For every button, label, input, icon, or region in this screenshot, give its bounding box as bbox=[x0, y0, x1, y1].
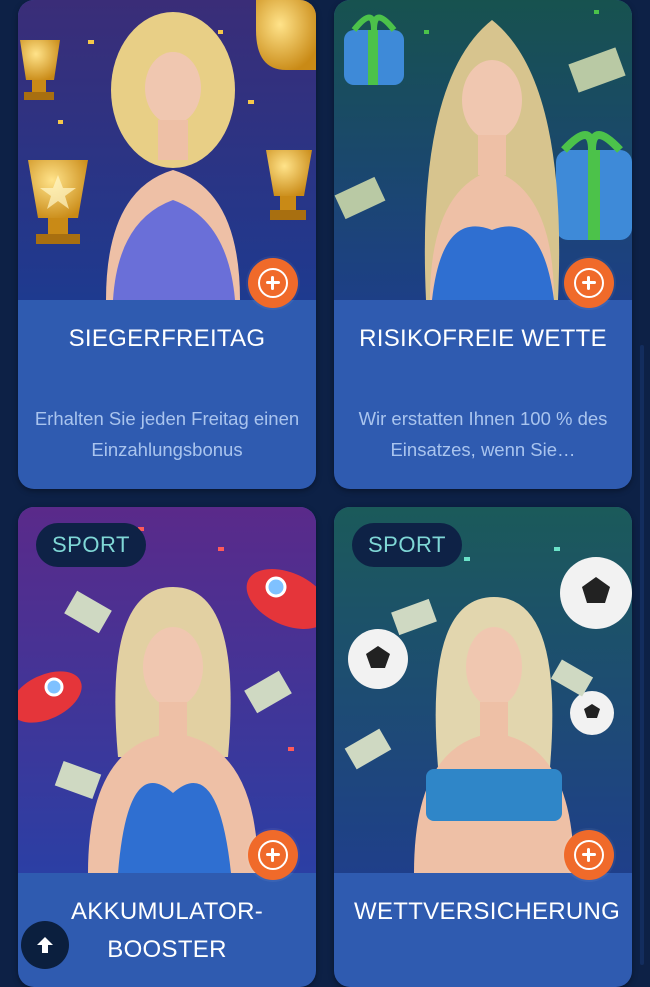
plus-circle-icon bbox=[574, 840, 604, 870]
promo-title: RISIKOFREIE WETTE bbox=[359, 325, 607, 352]
promo-card-risikofreie-wette[interactable]: RISIKOFREIE WETTE Wir erstatten Ihnen 10… bbox=[334, 0, 632, 489]
promo-description: Erhalten Sie jeden Freitag einen Einzahl… bbox=[34, 408, 300, 460]
back-to-top-button[interactable] bbox=[21, 921, 69, 969]
add-promo-button[interactable] bbox=[248, 830, 298, 880]
category-badge: SPORT bbox=[36, 523, 146, 567]
promo-image-trophy bbox=[18, 0, 316, 300]
plus-circle-icon bbox=[258, 268, 288, 298]
promo-title: SIEGERFREITAG bbox=[68, 325, 266, 352]
promo-description: Wir erstatten Ihnen 100 % des Einsatzes,… bbox=[358, 408, 608, 460]
promo-card-siegerfreitag[interactable]: SIEGERFREITAG Erhalten Sie jeden Freitag… bbox=[18, 0, 316, 489]
football-icon bbox=[560, 557, 632, 629]
gift-icon bbox=[344, 14, 404, 85]
category-badge: SPORT bbox=[352, 523, 462, 567]
promotions-grid: SIEGERFREITAG Erhalten Sie jeden Freitag… bbox=[0, 0, 650, 987]
promo-image-gift bbox=[334, 0, 632, 300]
promo-card-akkumulator-booster[interactable]: SPORT AKKUMULATOR- BOOSTER bbox=[18, 507, 316, 987]
arrow-up-icon bbox=[37, 937, 53, 953]
scrollbar[interactable] bbox=[640, 345, 644, 965]
add-promo-button[interactable] bbox=[564, 258, 614, 308]
promo-title: WETTVERSICHERUNG bbox=[354, 898, 621, 925]
plus-circle-icon bbox=[574, 268, 604, 298]
plus-circle-icon bbox=[258, 840, 288, 870]
promo-card-wettversicherung[interactable]: SPORT WETTVERSICHERUNG bbox=[334, 507, 632, 987]
add-promo-button[interactable] bbox=[248, 258, 298, 308]
add-promo-button[interactable] bbox=[564, 830, 614, 880]
